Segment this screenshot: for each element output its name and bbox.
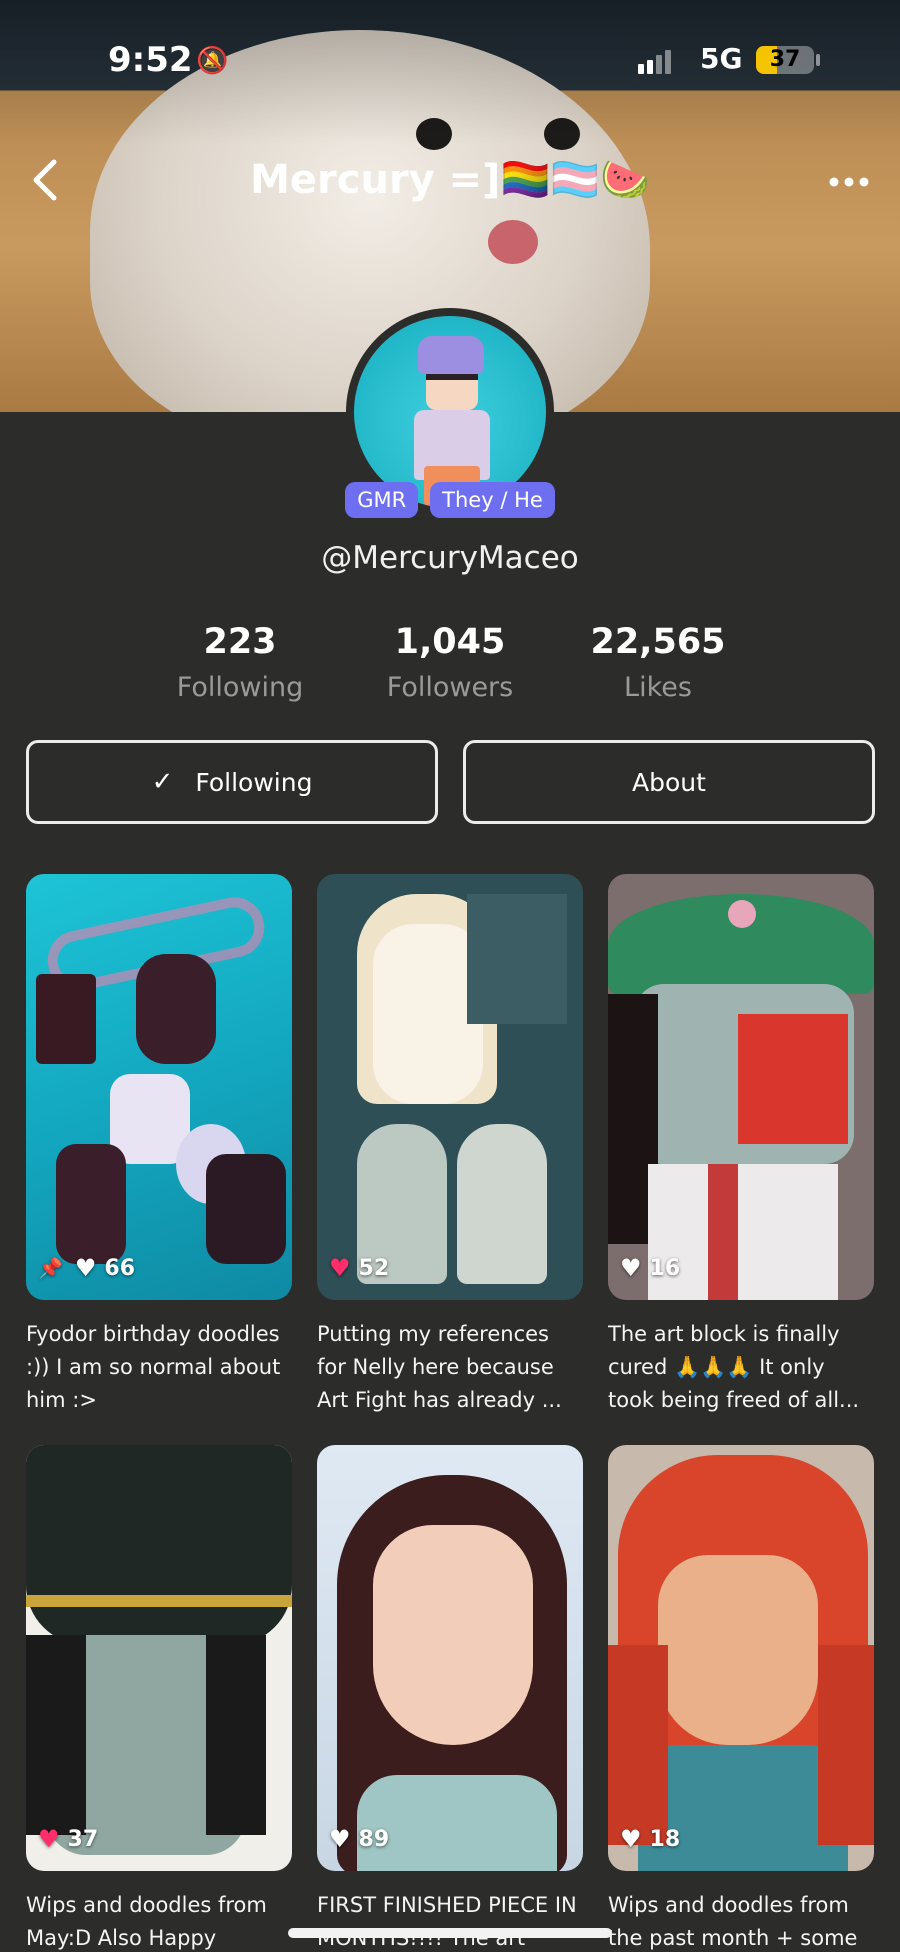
battery-icon: 37 (756, 46, 814, 74)
post-thumbnail[interactable]: ♥ 18 (608, 1445, 874, 1871)
stat-value: 1,045 (394, 622, 506, 662)
heart-filled-icon: ♥ (38, 1825, 60, 1853)
heart-icon: ♥ (74, 1254, 97, 1282)
network-type: 5G (700, 42, 743, 75)
stat-followers[interactable]: 1,045 Followers (350, 622, 550, 703)
like-count: 37 (67, 1826, 99, 1852)
post-likes: ♥ 37 (38, 1825, 98, 1853)
like-count: 16 (649, 1255, 681, 1281)
profile-handle: @MercuryMaceo (321, 540, 579, 576)
post-thumbnail[interactable]: ♥ 89 (317, 1445, 583, 1871)
tag-pill: GMR (345, 482, 419, 518)
stat-following[interactable]: 223 Following (140, 622, 340, 703)
post-caption: The art block is finally cured 🙏🙏🙏 It on… (608, 1322, 860, 1412)
about-button[interactable]: About (463, 740, 875, 824)
post-card[interactable]: ♥ 52 Putting my references for Nelly her… (317, 874, 583, 1418)
check-icon: ✓ (151, 767, 174, 797)
post-likes: 📌 ♥ 66 (38, 1254, 135, 1282)
post-thumbnail[interactable]: ♥ 37 (26, 1445, 292, 1871)
battery-level: 37 (769, 47, 801, 72)
pronoun-pill: They / He (430, 482, 555, 518)
like-count: 89 (358, 1826, 390, 1852)
profile-stats: 223 Following 1,045 Followers 22,565 Lik… (0, 622, 900, 712)
status-bar: 9:52 🔕 5G 37 (0, 40, 900, 80)
post-caption: Wips and doodles from the past month + s… (608, 1893, 858, 1950)
like-count: 52 (358, 1255, 390, 1281)
stat-value: 22,565 (590, 622, 726, 662)
post-thumbnail[interactable]: ♥ 16 (608, 874, 874, 1300)
following-button[interactable]: ✓ Following (26, 740, 438, 824)
following-button-label: Following (195, 767, 313, 797)
stat-value: 223 (203, 622, 277, 662)
more-options-button[interactable] (826, 164, 876, 194)
heart-icon: ♥ (329, 1825, 351, 1853)
signal-icon (638, 50, 671, 74)
post-likes: ♥ 16 (620, 1254, 680, 1282)
avatar-image (354, 316, 546, 508)
heart-icon: ♥ (620, 1825, 642, 1853)
post-caption: Wips and doodles from May:D Also Happy (26, 1893, 267, 1950)
like-count: 18 (649, 1826, 681, 1852)
post-likes: ♥ 18 (620, 1825, 680, 1853)
post-caption: Fyodor birthday doodles :)) I am so norm… (26, 1322, 281, 1412)
post-card[interactable]: ♥ 37 Wips and doodles from May:D Also Ha… (26, 1445, 292, 1952)
post-caption: Putting my references for Nelly here bec… (317, 1322, 562, 1412)
status-time: 9:52 (108, 40, 193, 80)
post-card[interactable]: ♥ 16 The art block is finally cured 🙏🙏🙏 … (608, 874, 874, 1418)
pronoun-tags: GMR They / He (0, 482, 900, 518)
page-title: Mercury =]🏳️‍🌈🏳️‍⚧️🍉 (250, 157, 650, 203)
like-count: 66 (104, 1255, 136, 1281)
heart-icon: ♥ (620, 1254, 642, 1282)
pin-icon: 📌 (38, 1256, 63, 1280)
post-card[interactable]: ♥ 89 FIRST FINISHED PIECE IN MONTHS!!!! … (317, 1445, 583, 1952)
stat-label: Likes (624, 672, 692, 703)
heart-filled-icon: ♥ (329, 1254, 351, 1282)
post-card[interactable]: 📌 ♥ 66 Fyodor birthday doodles :)) I am … (26, 874, 292, 1418)
stat-likes[interactable]: 22,565 Likes (558, 622, 758, 703)
home-indicator[interactable] (288, 1928, 612, 1938)
battery-tip (816, 54, 820, 66)
post-thumbnail[interactable]: 📌 ♥ 66 (26, 874, 292, 1300)
post-card[interactable]: ♥ 18 Wips and doodles from the past mont… (608, 1445, 874, 1952)
post-caption: FIRST FINISHED PIECE IN MONTHS!!!! The a… (317, 1893, 577, 1950)
post-likes: ♥ 89 (329, 1825, 389, 1853)
post-likes: ♥ 52 (329, 1254, 389, 1282)
stat-label: Following (176, 672, 304, 703)
post-thumbnail[interactable]: ♥ 52 (317, 874, 583, 1300)
about-button-label: About (632, 767, 706, 797)
stat-label: Followers (386, 672, 514, 703)
mute-bell-icon: 🔕 (196, 46, 229, 76)
ellipsis-icon (829, 177, 869, 187)
